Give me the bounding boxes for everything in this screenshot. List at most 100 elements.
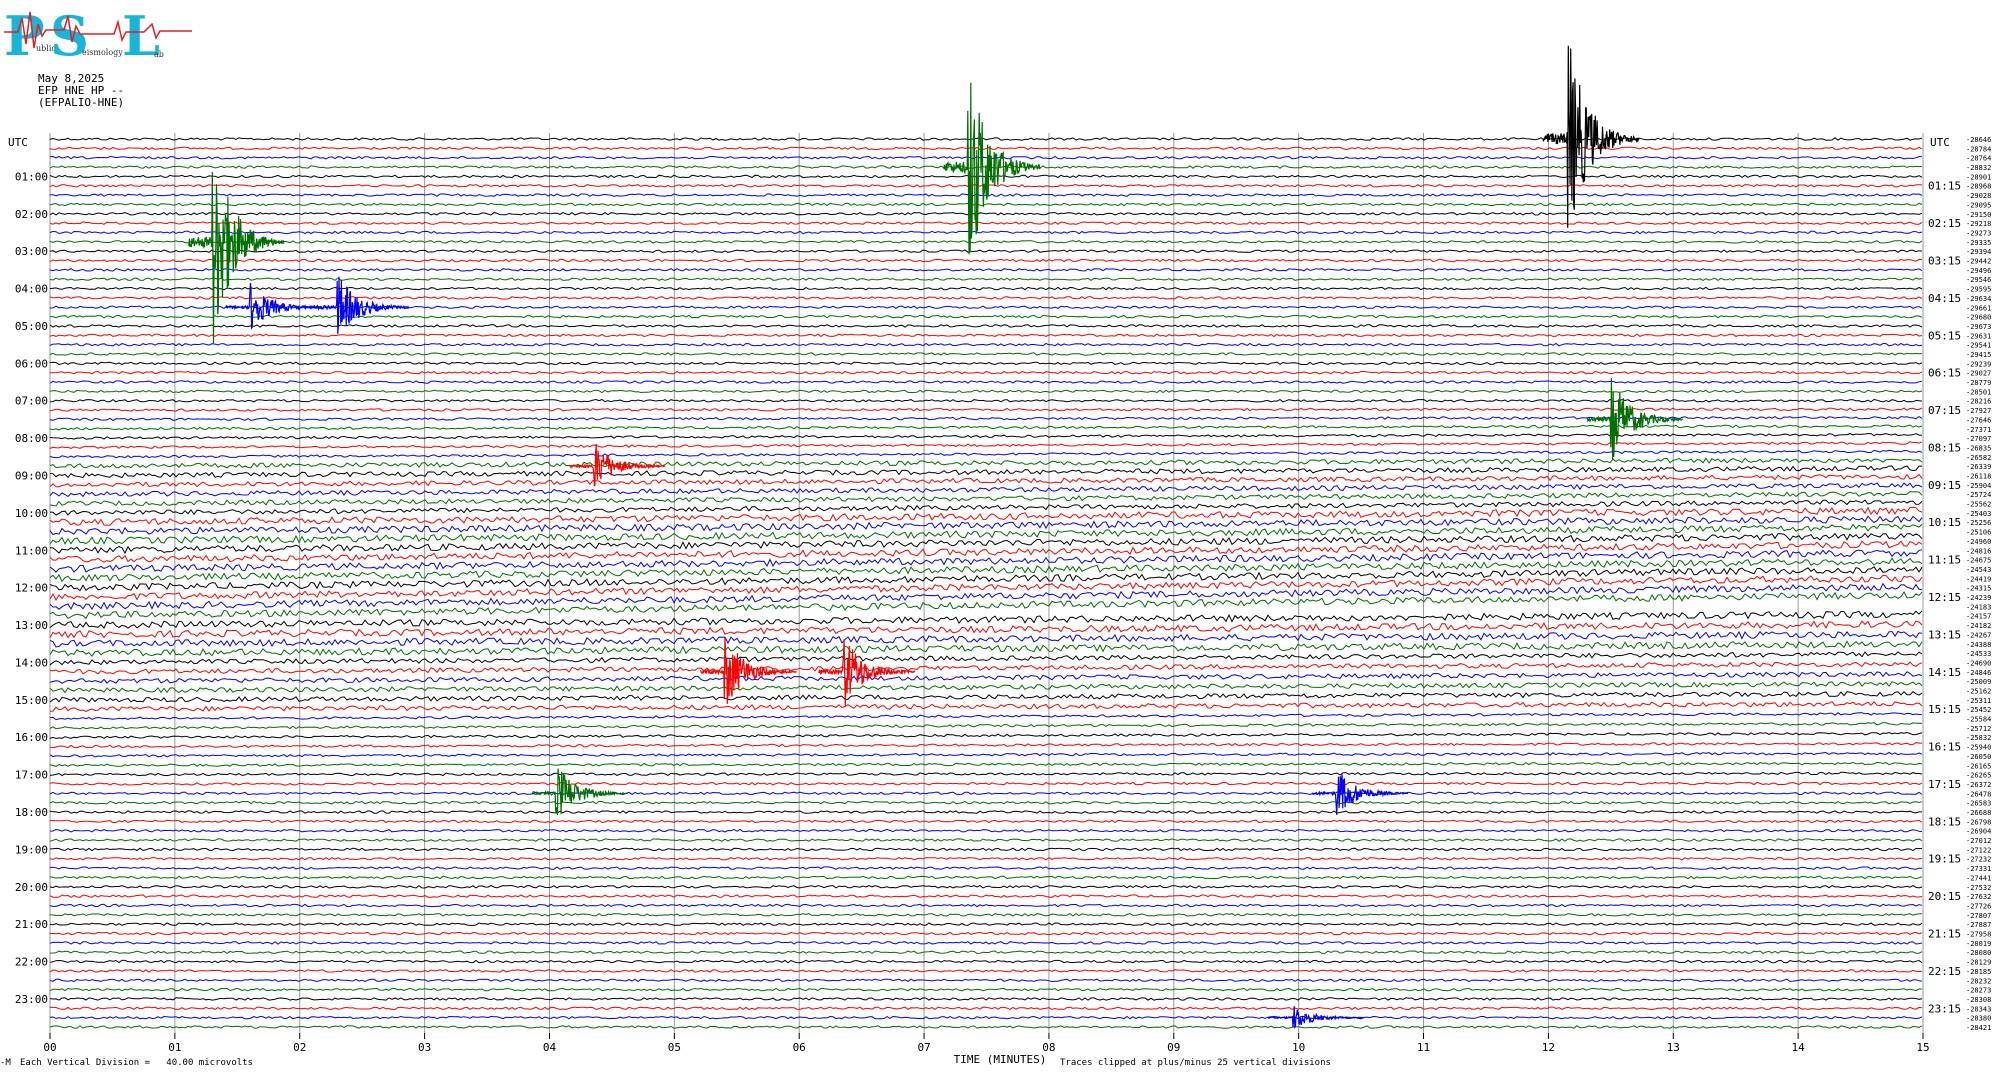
event-burst — [187, 171, 285, 344]
trace-offset-label: -28421 — [1966, 1024, 1991, 1032]
trace-line — [49, 324, 1923, 328]
trace-offset-label: -24315 — [1966, 585, 1991, 593]
trace-offset-label: -28968 — [1966, 183, 1991, 191]
right-time-label: 15:15 — [1928, 703, 1961, 716]
trace-offset-label: -28764 — [1966, 155, 1991, 163]
trace-offset-label: -28832 — [1966, 164, 1991, 172]
trace-line — [49, 742, 1923, 749]
trace-line — [49, 810, 1922, 814]
trace-offset-label: -27097 — [1966, 435, 1991, 443]
right-time-label: 10:15 — [1928, 516, 1961, 529]
right-axis-label: UTC — [1930, 136, 1950, 149]
trace-line — [49, 903, 1923, 908]
trace-offset-label: -29150 — [1966, 211, 1991, 219]
event-burst — [1586, 378, 1684, 460]
left-time-label: 03:00 — [15, 245, 48, 258]
x-tick-label: 03 — [418, 1041, 431, 1054]
x-tick-label: 06 — [793, 1041, 806, 1054]
x-tick-label: 13 — [1667, 1041, 1680, 1054]
left-time-label: 14:00 — [15, 656, 48, 669]
right-time-label: 18:15 — [1928, 815, 1961, 828]
trace-offset-label: -27726 — [1966, 902, 1991, 910]
right-time-label: 21:15 — [1928, 928, 1961, 941]
right-time-label: 08:15 — [1928, 441, 1961, 454]
trace-offset-label: -25162 — [1966, 687, 1991, 695]
helicorder-plot: UTC 01:00 02:00 03:00 04:00 05:00 06:00 07:00 08… — [8, 45, 1991, 1066]
left-time-label: 17:00 — [15, 769, 48, 782]
trace-offset-label: -27441 — [1966, 874, 1991, 882]
trace-offset-label: -25009 — [1966, 678, 1991, 686]
trace-line — [49, 146, 1923, 151]
trace-offset-label: -27012 — [1966, 837, 1991, 845]
left-time-label: 19:00 — [15, 843, 48, 856]
trace-line — [49, 249, 1923, 254]
trace-line — [49, 523, 1923, 545]
trace-offset-label: -26165 — [1966, 762, 1991, 770]
trace-line — [49, 441, 1923, 450]
trace-line — [49, 722, 1923, 730]
trace-line — [49, 969, 1923, 973]
trace-offset-label: -24239 — [1966, 594, 1991, 602]
trace-line — [49, 296, 1923, 300]
left-time-label: 15:00 — [15, 694, 48, 707]
x-tick-label: 02 — [293, 1041, 306, 1054]
trace-offset-label: -24960 — [1966, 538, 1991, 546]
trace-offset-label: -28380 — [1966, 1015, 1991, 1023]
left-time-label: 09:00 — [15, 470, 48, 483]
trace-line — [49, 333, 1923, 338]
trace-offset-label: -25712 — [1966, 725, 1991, 733]
trace-offset-label: -27632 — [1966, 893, 1991, 901]
left-time-label: 18:00 — [15, 806, 48, 819]
trace-offset-label: -24267 — [1966, 631, 1991, 639]
trace-line — [49, 781, 1923, 786]
trace-offset-label: -27646 — [1966, 416, 1991, 424]
left-time-label: 08:00 — [15, 432, 48, 445]
trace-offset-label: -25724 — [1966, 491, 1991, 499]
trace-line — [49, 424, 1923, 431]
trace-line — [49, 433, 1922, 440]
right-time-label: 17:15 — [1928, 778, 1961, 791]
trace-offset-label: -24846 — [1966, 669, 1991, 677]
trace-line — [49, 875, 1923, 880]
x-tick-label: 10 — [1292, 1041, 1305, 1054]
trace-offset-label: -29027 — [1966, 370, 1991, 378]
trace-line — [49, 407, 1923, 412]
trace-offset-label: -28080 — [1966, 949, 1991, 957]
trace-line — [49, 922, 1923, 926]
x-tick-label: 07 — [917, 1041, 930, 1054]
trace-offset-label: -29095 — [1966, 201, 1991, 209]
trace-line — [49, 800, 1923, 805]
trace-offset-label: -27887 — [1966, 921, 1991, 929]
left-time-label: 10:00 — [15, 507, 48, 520]
trace-offset-label: -27232 — [1966, 856, 1991, 864]
trace-offset-label: -26050 — [1966, 753, 1991, 761]
trace-offset-label: -27122 — [1966, 846, 1991, 854]
trace-offset-label: -27331 — [1966, 865, 1991, 873]
trace-line — [49, 856, 1923, 861]
left-time-label: 05:00 — [15, 320, 48, 333]
x-tick-label: 09 — [1167, 1041, 1180, 1054]
right-time-label: 03:15 — [1928, 255, 1961, 268]
x-tick-label: 14 — [1792, 1041, 1806, 1054]
left-time-label: 13:00 — [15, 619, 48, 632]
trace-line — [49, 1015, 1923, 1020]
left-time-label: 23:00 — [15, 993, 48, 1006]
trace-offset-label: -28779 — [1966, 379, 1991, 387]
trace-offset-label: -26582 — [1966, 454, 1991, 462]
right-time-label: 07:15 — [1928, 404, 1961, 417]
trace-line — [49, 701, 1923, 712]
trace-offset-label: -25403 — [1966, 510, 1991, 518]
trace-line — [49, 155, 1922, 160]
trace-offset-label: -24543 — [1966, 566, 1991, 574]
trace-offset-label: -28273 — [1966, 987, 1991, 995]
trace-offset-label: -25452 — [1966, 706, 1991, 714]
trace-offset-label: -25106 — [1966, 529, 1991, 537]
trace-line — [49, 681, 1923, 694]
trace-offset-label: -26688 — [1966, 809, 1991, 817]
trace-line — [49, 361, 1923, 366]
trace-offset-label: -24183 — [1966, 603, 1991, 611]
trace-offset-label: -27807 — [1966, 912, 1991, 920]
trace-line — [49, 912, 1923, 917]
left-time-label: 06:00 — [15, 357, 48, 370]
trace-offset-label: -24675 — [1966, 557, 1991, 565]
